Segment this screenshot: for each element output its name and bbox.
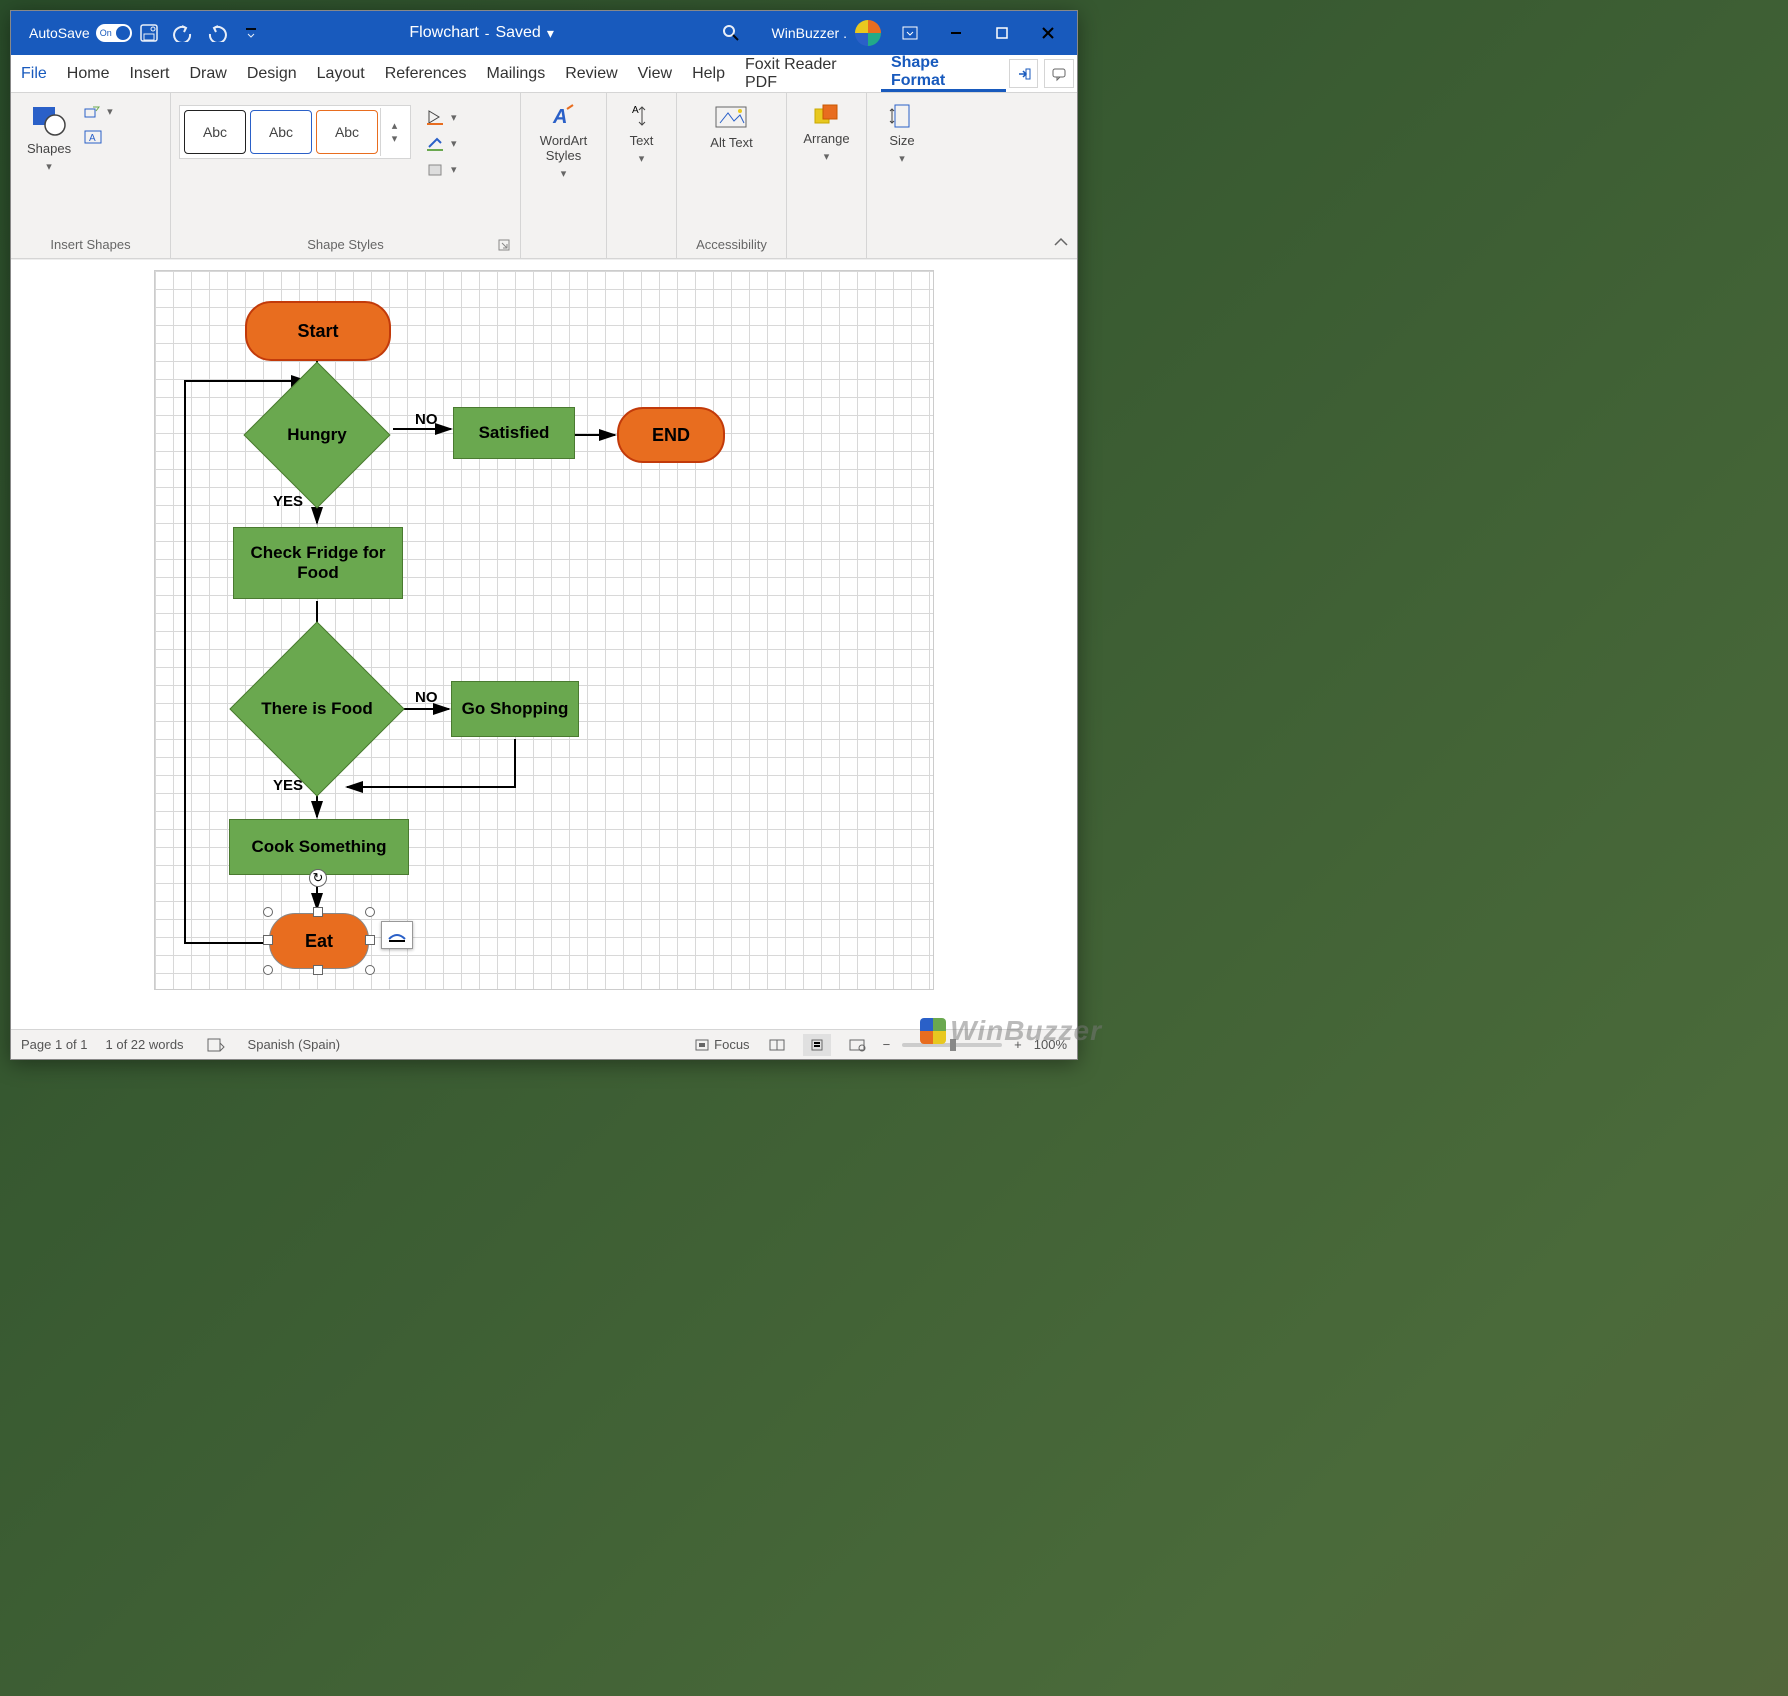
zoom-in-button[interactable]: + [1014, 1037, 1022, 1052]
zoom-level[interactable]: 100% [1034, 1037, 1067, 1052]
shape-cook[interactable]: Cook Something [229, 819, 409, 875]
label-no-2: NO [415, 689, 438, 706]
tab-layout[interactable]: Layout [307, 55, 375, 92]
svg-text:A: A [552, 106, 567, 128]
chevron-down-icon[interactable]: ▾ [547, 25, 554, 42]
web-layout-icon[interactable] [843, 1034, 871, 1056]
document-title: Flowchart [409, 24, 478, 42]
focus-mode-button[interactable]: Focus [693, 1034, 750, 1056]
label-yes-1: YES [273, 493, 303, 510]
shape-go-shopping[interactable]: Go Shopping [451, 681, 579, 737]
style-preset-2[interactable]: Abc [250, 110, 312, 154]
redo-icon[interactable] [200, 16, 234, 50]
layout-options-icon[interactable] [381, 921, 413, 949]
status-page[interactable]: Page 1 of 1 [21, 1037, 88, 1052]
maximize-button[interactable] [979, 11, 1025, 55]
shape-satisfied[interactable]: Satisfied [453, 407, 575, 459]
share-button[interactable] [1009, 59, 1039, 88]
selection-handle[interactable] [365, 935, 375, 945]
save-icon[interactable] [132, 16, 166, 50]
minimize-button[interactable] [933, 11, 979, 55]
zoom-out-button[interactable]: − [883, 1037, 891, 1052]
text-box-button[interactable]: A [83, 129, 113, 145]
selection-handle[interactable] [313, 965, 323, 975]
tab-insert[interactable]: Insert [119, 55, 179, 92]
shapes-gallery-button[interactable]: Shapes ▾ [19, 99, 79, 177]
print-layout-icon[interactable] [803, 1034, 831, 1056]
alt-text-button[interactable]: Alt Text [702, 99, 760, 154]
autosave-toggle[interactable]: AutoSave On [29, 24, 132, 42]
style-preset-3[interactable]: Abc [316, 110, 378, 154]
tab-foxit[interactable]: Foxit Reader PDF [735, 55, 881, 92]
wordart-styles-button[interactable]: A WordArt Styles ▾ [529, 99, 598, 184]
group-shape-styles: Shape Styles [307, 237, 384, 252]
style-preset-1[interactable]: Abc [184, 110, 246, 154]
word-window: AutoSave On Flowchart - Saved ▾ Wi [10, 10, 1078, 1060]
toggle-icon: On [96, 24, 132, 42]
search-icon[interactable] [714, 16, 748, 50]
ribbon-display-icon[interactable] [887, 11, 933, 55]
selection-handle[interactable] [365, 965, 375, 975]
avatar-icon[interactable] [855, 20, 881, 46]
close-button[interactable] [1025, 11, 1071, 55]
spellcheck-icon[interactable] [202, 1034, 230, 1056]
qat-more-icon[interactable] [234, 16, 268, 50]
shape-end[interactable]: END [617, 407, 725, 463]
tab-draw[interactable]: Draw [179, 55, 236, 92]
selection-handle[interactable] [365, 907, 375, 917]
edit-shape-button[interactable]: ▾ [83, 103, 113, 119]
styles-more-button[interactable]: ▴▾ [380, 108, 408, 156]
dialog-launcher-icon[interactable] [498, 239, 510, 254]
text-direction-button[interactable]: A Text ▾ [621, 99, 663, 169]
read-mode-icon[interactable] [763, 1034, 791, 1056]
shape-check-fridge[interactable]: Check Fridge for Food [233, 527, 403, 599]
collapse-ribbon-icon[interactable] [1053, 237, 1069, 252]
user-name[interactable]: WinBuzzer . [772, 25, 847, 41]
status-language[interactable]: Spanish (Spain) [248, 1037, 341, 1052]
arrange-button[interactable]: Arrange ▾ [795, 99, 857, 167]
document-area[interactable]: Start Hungry NO YES Satisfied END Check … [11, 259, 1077, 1029]
label-no-1: NO [415, 411, 438, 428]
group-accessibility: Accessibility [685, 237, 778, 254]
shape-there-is-food[interactable]: There is Food [255, 647, 379, 771]
rotate-handle-icon[interactable]: ↻ [309, 869, 327, 887]
selection-handle[interactable] [313, 907, 323, 917]
shape-styles-gallery[interactable]: Abc Abc Abc ▴▾ [179, 105, 411, 159]
size-button[interactable]: Size ▾ [881, 99, 923, 169]
svg-text:A: A [632, 105, 639, 116]
comments-button[interactable] [1044, 59, 1074, 88]
shape-eat[interactable]: Eat [269, 913, 369, 969]
status-words[interactable]: 1 of 22 words [106, 1037, 184, 1052]
tab-help[interactable]: Help [682, 55, 735, 92]
selection-handle[interactable] [263, 935, 273, 945]
shape-fill-button[interactable]: ▾ [425, 109, 457, 125]
tab-home[interactable]: Home [57, 55, 120, 92]
selection-handle[interactable] [263, 907, 273, 917]
tab-review[interactable]: Review [555, 55, 627, 92]
label-yes-2: YES [273, 777, 303, 794]
tab-view[interactable]: View [628, 55, 682, 92]
shape-hungry[interactable]: Hungry [265, 383, 369, 487]
chevron-down-icon: ▾ [46, 160, 52, 173]
page-canvas[interactable]: Start Hungry NO YES Satisfied END Check … [154, 270, 934, 990]
tab-shape-format[interactable]: Shape Format [881, 55, 1006, 92]
shape-effects-button[interactable]: ▾ [425, 161, 457, 177]
autosave-label: AutoSave [29, 25, 90, 41]
tab-file[interactable]: File [11, 55, 57, 92]
ribbon: Shapes ▾ ▾ A Insert Shapes Abc Abc [11, 93, 1077, 259]
zoom-slider[interactable] [902, 1043, 1002, 1047]
status-bar: Page 1 of 1 1 of 22 words Spanish (Spain… [11, 1029, 1077, 1059]
shape-start[interactable]: Start [245, 301, 391, 361]
undo-icon[interactable] [166, 16, 200, 50]
group-insert-shapes: Insert Shapes [19, 237, 162, 254]
ribbon-tabs: File Home Insert Draw Design Layout Refe… [11, 55, 1077, 93]
tab-design[interactable]: Design [237, 55, 307, 92]
title-bar: AutoSave On Flowchart - Saved ▾ Wi [11, 11, 1077, 55]
svg-text:A: A [89, 133, 96, 144]
tab-mailings[interactable]: Mailings [477, 55, 556, 92]
selection-handle[interactable] [263, 965, 273, 975]
tab-references[interactable]: References [375, 55, 477, 92]
shape-outline-button[interactable]: ▾ [425, 135, 457, 151]
save-state[interactable]: Saved [495, 24, 540, 42]
